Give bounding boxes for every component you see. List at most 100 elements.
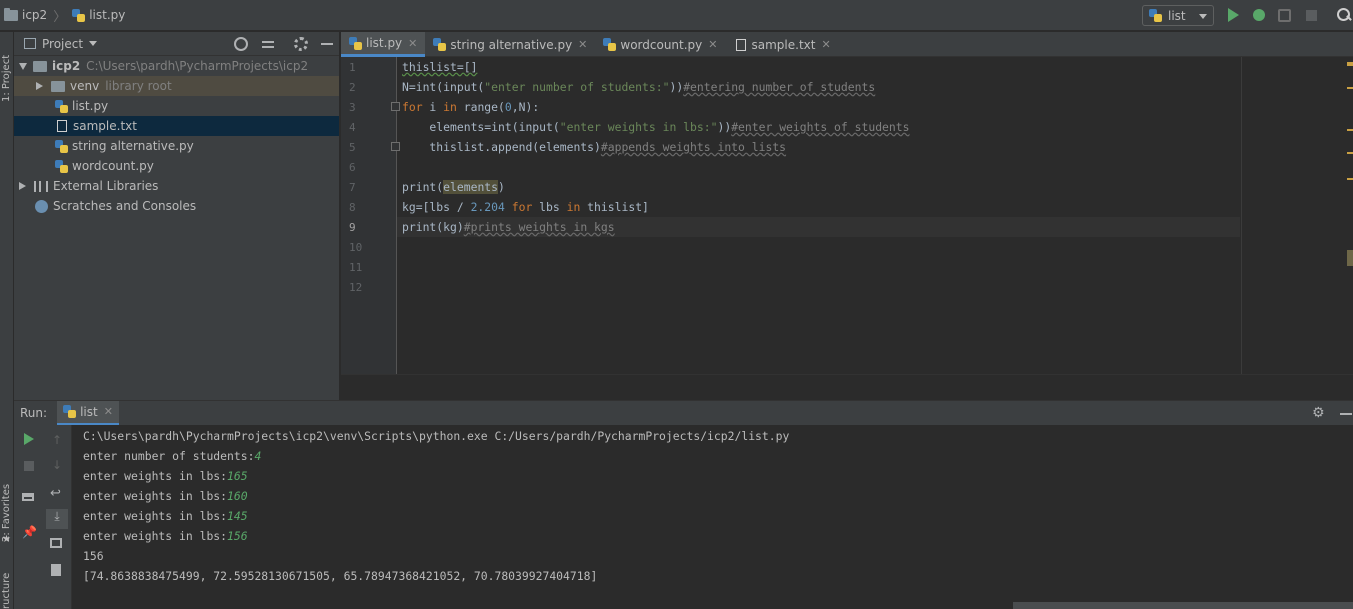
tree-root-icp2[interactable]: icp2 C:\Users\pardh\PycharmProjects\icp2: [14, 56, 339, 76]
scratches-icon: [35, 199, 48, 213]
tree-item-file[interactable]: string alternative.py: [14, 136, 339, 156]
console-line: 156: [83, 549, 104, 563]
console-line: enter number of students:4: [83, 449, 261, 463]
folder-icon: [51, 80, 65, 92]
run-toolbar: ↑ ↓ ↩ ⤓ 📌: [14, 425, 72, 609]
run-tab-list[interactable]: list ✕: [57, 400, 119, 426]
stop-button[interactable]: [1306, 10, 1317, 21]
chevron-down-icon: [1199, 14, 1207, 19]
gear-icon[interactable]: [294, 37, 308, 51]
up-arrow-icon[interactable]: ↑: [52, 433, 66, 447]
console-line: enter weights in lbs:165: [83, 469, 248, 483]
collapse-arrow-icon[interactable]: [36, 82, 43, 90]
error-stripe-mark[interactable]: [1347, 152, 1353, 154]
fold-icon[interactable]: [391, 102, 400, 111]
fold-icon[interactable]: [391, 142, 400, 151]
project-view-title[interactable]: Project: [42, 37, 83, 51]
error-stripe-mark[interactable]: [1347, 62, 1353, 66]
expand-arrow-icon[interactable]: [19, 62, 27, 70]
python-file-icon: [72, 8, 86, 22]
collapse-arrow-icon[interactable]: [19, 182, 26, 190]
close-icon[interactable]: ✕: [821, 38, 830, 51]
console-line: enter weights in lbs:160: [83, 489, 248, 503]
chevron-down-icon[interactable]: [89, 41, 98, 46]
line-number: 2: [349, 81, 356, 94]
tree-item-file[interactable]: sample.txt: [14, 116, 339, 136]
tab-label: string alternative.py: [450, 37, 573, 52]
search-everywhere-button[interactable]: [1337, 8, 1351, 22]
run-tab-label: list: [80, 404, 98, 419]
tab-string-alternative-py[interactable]: string alternative.py ✕: [425, 32, 595, 57]
tree-item-file[interactable]: wordcount.py: [14, 156, 339, 176]
tab-sample-txt[interactable]: sample.txt ✕: [726, 32, 839, 57]
project-panel: Project icp2 C:\Users\pardh\PycharmProje…: [14, 32, 340, 400]
minimize-icon[interactable]: [320, 37, 334, 51]
print-icon[interactable]: [50, 538, 62, 548]
tree-item-venv[interactable]: venv library root: [14, 76, 339, 96]
breadcrumb-file[interactable]: list.py: [89, 8, 125, 22]
error-stripe-mark[interactable]: [1347, 178, 1353, 180]
code-line: kg=[lbs / 2.204 for lbs in thislist]: [402, 200, 649, 214]
editor-bottom-band: [341, 374, 1353, 400]
debug-button[interactable]: [1253, 9, 1265, 21]
rerun-button[interactable]: [24, 433, 34, 445]
run-button[interactable]: [1228, 8, 1239, 22]
run-config-label: list: [1168, 8, 1186, 23]
pin-icon[interactable]: 📌: [22, 525, 37, 539]
soft-wrap-icon[interactable]: ↩: [50, 486, 64, 501]
tab-list-py[interactable]: list.py ✕: [341, 32, 426, 57]
close-icon[interactable]: ✕: [578, 38, 587, 51]
code-line: elements=int(input("enter weights in lbs…: [402, 120, 910, 134]
root-name: icp2: [52, 59, 81, 73]
tree-item-scratches[interactable]: Scratches and Consoles: [14, 196, 339, 216]
console-line: enter weights in lbs:156: [83, 529, 248, 543]
gear-icon[interactable]: ⚙: [1312, 405, 1325, 421]
collapse-all-icon[interactable]: [261, 37, 275, 51]
python-file-icon: [603, 38, 617, 51]
down-arrow-icon[interactable]: ↓: [52, 458, 66, 472]
console-line: enter weights in lbs:145: [83, 509, 248, 523]
error-stripe-mark[interactable]: [1347, 87, 1353, 89]
console-user-input: 145: [227, 509, 248, 523]
line-number: 12: [349, 281, 363, 294]
tree-item-external-libraries[interactable]: External Libraries: [14, 176, 339, 196]
breadcrumb-project[interactable]: icp2: [22, 8, 47, 22]
code-editor[interactable]: 1 2 3 4 5 6 7 8 9 10 11 12 thislist=[] N…: [341, 57, 1353, 374]
tab-wordcount-py[interactable]: wordcount.py ✕: [595, 32, 725, 57]
left-tool-strip: 1: Project 2: Favorites ★ ructure: [0, 32, 14, 609]
layout-icon[interactable]: [22, 493, 34, 501]
scroll-thumb[interactable]: [1347, 250, 1353, 266]
folder-icon: [4, 7, 18, 21]
stop-button[interactable]: [24, 461, 34, 471]
line-number-gutter: 1 2 3 4 5 6 7 8 9 10 11 12: [341, 57, 400, 374]
tab-label: sample.txt: [751, 37, 816, 52]
minimize-icon[interactable]: [1340, 413, 1352, 415]
favorites-tool-tab[interactable]: 2: Favorites: [1, 472, 12, 542]
line-number: 3: [349, 101, 356, 114]
trash-icon[interactable]: [51, 564, 61, 576]
scratches-label: Scratches and Consoles: [53, 199, 197, 213]
console-text: enter weights in lbs:: [83, 529, 228, 543]
structure-tool-tab[interactable]: ructure: [1, 567, 12, 609]
tab-label: list.py: [366, 36, 403, 50]
run-config-dropdown[interactable]: list: [1142, 5, 1214, 26]
file-name: list.py: [72, 99, 109, 113]
project-panel-header: Project: [14, 32, 339, 56]
error-stripe-mark[interactable]: [1347, 129, 1353, 131]
close-icon[interactable]: ✕: [104, 405, 113, 418]
console-text: C:\Users\pardh\PycharmProjects\icp2\venv…: [83, 429, 790, 443]
close-icon[interactable]: ✕: [708, 38, 717, 51]
right-margin-guide: [1241, 57, 1242, 374]
breadcrumb-separator: 〉: [53, 9, 67, 25]
tree-item-file[interactable]: list.py: [14, 96, 339, 116]
close-icon[interactable]: ✕: [408, 37, 417, 50]
horizontal-scrollbar[interactable]: [1013, 602, 1353, 609]
console-text: 156: [83, 549, 104, 563]
locate-file-icon[interactable]: [234, 37, 248, 51]
line-number: 5: [349, 141, 356, 154]
scroll-to-end-icon[interactable]: ⤓: [46, 509, 68, 529]
run-console[interactable]: C:\Users\pardh\PycharmProjects\icp2\venv…: [72, 425, 1353, 609]
run-with-coverage-button[interactable]: [1278, 9, 1291, 22]
project-tool-tab[interactable]: 1: Project: [1, 42, 12, 102]
console-text: enter weights in lbs:: [83, 489, 228, 503]
